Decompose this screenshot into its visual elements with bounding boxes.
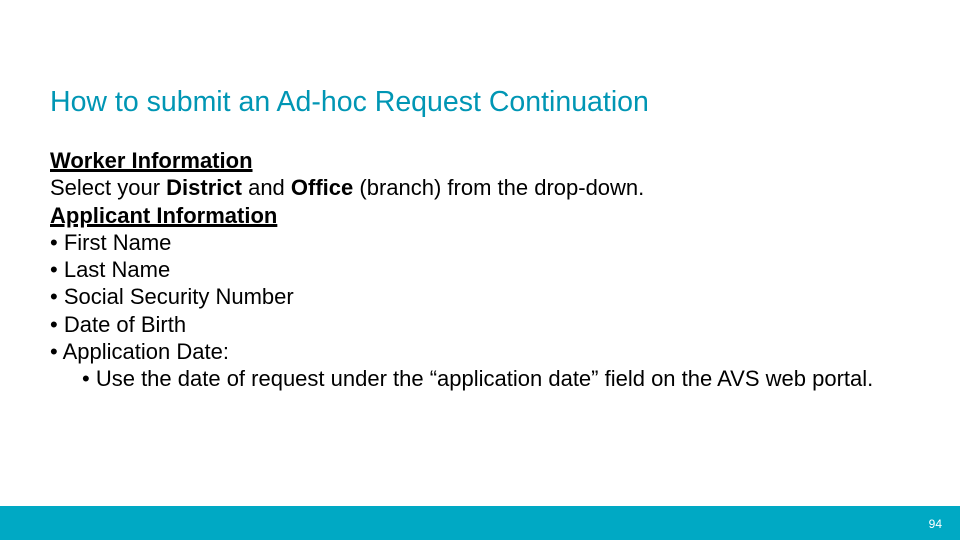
text-fragment: (branch) from the drop-down.: [353, 175, 644, 200]
content-area: How to submit an Ad-hoc Request Continua…: [0, 0, 960, 392]
bold-office: Office: [291, 175, 353, 200]
bullet-label: Last Name: [64, 257, 170, 282]
body-text: Worker Information Select your District …: [50, 147, 910, 392]
slide-title: How to submit an Ad-hoc Request Continua…: [50, 86, 910, 119]
bullet-label: Date of Birth: [64, 312, 186, 337]
list-item: Date of Birth: [50, 311, 910, 338]
bullet-label: First Name: [64, 230, 172, 255]
bullet-label: Social Security Number: [64, 284, 294, 309]
text-fragment: Select your: [50, 175, 166, 200]
section-worker-info: Worker Information: [50, 147, 910, 174]
list-item: Last Name: [50, 256, 910, 283]
sub-bullets: Use the date of request under the “appli…: [50, 365, 910, 392]
slide: How to submit an Ad-hoc Request Continua…: [0, 0, 960, 540]
text-fragment: and: [242, 175, 291, 200]
worker-info-line: Select your District and Office (branch)…: [50, 174, 910, 201]
bullet-label: Application Date:: [63, 339, 229, 364]
list-item: Use the date of request under the “appli…: [82, 365, 910, 392]
bold-district: District: [166, 175, 242, 200]
sub-bullet-label: Use the date of request under the “appli…: [96, 366, 873, 391]
footer-bar: 94: [0, 506, 960, 540]
applicant-bullets: First Name Last Name Social Security Num…: [50, 229, 910, 393]
section-applicant-info: Applicant Information: [50, 202, 910, 229]
page-number: 94: [929, 517, 942, 531]
list-item: First Name: [50, 229, 910, 256]
list-item: Social Security Number: [50, 283, 910, 310]
list-item: Application Date: Use the date of reques…: [50, 338, 910, 393]
